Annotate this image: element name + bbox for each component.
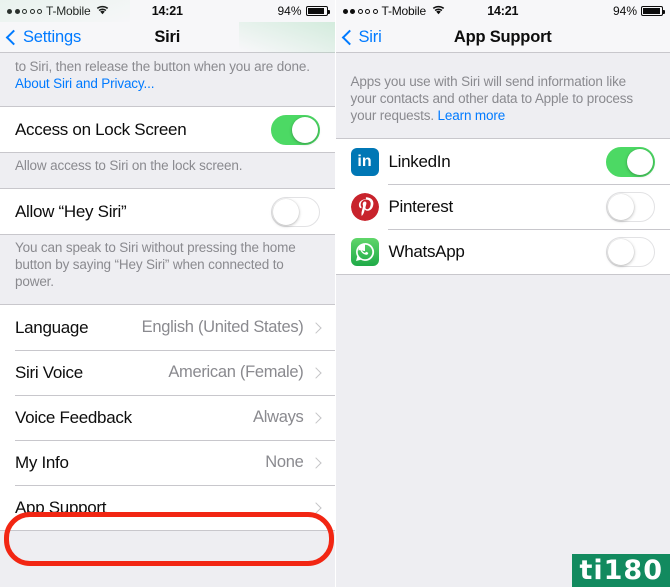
row-accessory: English (United States) — [141, 318, 322, 337]
row-label: LinkedIn — [388, 151, 451, 171]
row-value: American (Female) — [168, 363, 304, 381]
status-bar: T-Mobile 14:21 94% — [0, 0, 335, 60]
row-value: Always — [253, 408, 304, 426]
hey-siri-footnote: You can speak to Siri without pressing t… — [15, 240, 296, 289]
toggle-allow-hey-siri[interactable] — [270, 196, 320, 227]
status-bar-right: 94% — [612, 4, 665, 18]
row-accessory — [270, 196, 320, 227]
siri-options-group: Language English (United States) Siri Vo… — [0, 304, 335, 531]
chevron-right-icon — [309, 321, 322, 334]
row-access-on-lock-screen[interactable]: Access on Lock Screen — [0, 107, 335, 152]
hey-siri-group: Allow “Hey Siri” — [0, 188, 335, 235]
row-label: Pinterest — [388, 196, 454, 216]
chevron-right-icon — [309, 411, 322, 424]
battery-percent-label: 94% — [612, 4, 637, 18]
row-voice-feedback[interactable]: Voice Feedback Always — [0, 395, 335, 440]
lock-screen-group: Access on Lock Screen — [0, 106, 335, 153]
row-label: WhatsApp — [388, 241, 465, 261]
chevron-right-icon — [309, 501, 322, 514]
row-accessory — [606, 191, 655, 222]
row-app-support[interactable]: App Support — [0, 485, 335, 530]
row-label: Allow “Hey Siri” — [15, 201, 127, 221]
chevron-right-icon — [309, 456, 322, 469]
status-bar: T-Mobile 14:21 94% — [335, 0, 670, 22]
app-toggle-group: in LinkedIn Pinterest WhatsApp — [335, 138, 670, 275]
row-my-info[interactable]: My Info None — [0, 440, 335, 485]
row-label: Siri Voice — [15, 362, 83, 382]
battery-percent-label: 94% — [277, 4, 302, 18]
whatsapp-icon — [350, 237, 379, 266]
page-title: App Support — [453, 27, 552, 46]
row-accessory — [309, 501, 322, 514]
row-accessory: None — [265, 453, 322, 472]
settings-list[interactable]: to Siri, then release the button when yo… — [0, 53, 335, 587]
row-allow-hey-siri[interactable]: Allow “Hey Siri” — [0, 189, 335, 234]
battery-icon — [305, 6, 330, 16]
row-accessory — [606, 236, 655, 267]
app-support-description: Apps you use with Siri will send informa… — [336, 53, 670, 138]
screenshot-pair: T-Mobile 14:21 94% Settings Siri to Siri… — [0, 0, 670, 587]
app-support-screen: T-Mobile 14:21 94% Siri App Support Apps… — [334, 0, 670, 587]
row-label: My Info — [15, 452, 69, 472]
row-value: None — [265, 453, 304, 471]
watermark-logo: ti180 — [572, 554, 670, 587]
row-accessory: American (Female) — [168, 363, 322, 382]
row-value: English (United States) — [141, 318, 304, 336]
row-label: App Support — [15, 497, 107, 517]
linkedin-icon-text: in — [357, 152, 372, 170]
row-accessory — [606, 146, 655, 177]
navigation-bar: Settings Siri — [0, 22, 335, 74]
row-label: Access on Lock Screen — [15, 119, 187, 139]
siri-settings-screen: T-Mobile 14:21 94% Settings Siri to Siri… — [0, 0, 335, 587]
row-app-pinterest[interactable]: Pinterest — [335, 184, 670, 229]
navigation-bar: Siri App Support — [335, 22, 670, 53]
linkedin-icon: in — [350, 147, 379, 176]
toggle-access-on-lock-screen[interactable] — [270, 114, 320, 145]
siri-privacy-footnote: to Siri, then release the button when yo… — [0, 53, 335, 106]
pinterest-icon — [350, 192, 379, 221]
app-support-list[interactable]: Apps you use with Siri will send informa… — [335, 53, 670, 587]
battery-icon — [641, 6, 665, 16]
toggle-linkedin[interactable] — [606, 146, 655, 177]
row-label: Language — [15, 317, 89, 337]
toggle-whatsapp[interactable] — [606, 236, 655, 267]
page-title: Siri — [154, 27, 181, 46]
row-accessory: Always — [253, 408, 322, 427]
row-app-linkedin[interactable]: in LinkedIn — [335, 139, 670, 184]
about-siri-privacy-link[interactable]: About Siri and Privacy... — [15, 76, 154, 91]
row-label: Voice Feedback — [15, 407, 132, 427]
siri-privacy-footnote-text: to Siri, then release the button when yo… — [15, 59, 310, 74]
chevron-right-icon — [309, 366, 322, 379]
row-app-whatsapp[interactable]: WhatsApp — [335, 229, 670, 274]
lock-screen-footnote: Allow access to Siri on the lock screen. — [15, 158, 243, 173]
row-siri-voice[interactable]: Siri Voice American (Female) — [0, 350, 335, 395]
learn-more-link[interactable]: Learn more — [438, 108, 506, 123]
toggle-pinterest[interactable] — [606, 191, 655, 222]
row-language[interactable]: Language English (United States) — [0, 305, 335, 350]
status-bar-right: 94% — [277, 4, 330, 18]
row-accessory — [270, 114, 320, 145]
